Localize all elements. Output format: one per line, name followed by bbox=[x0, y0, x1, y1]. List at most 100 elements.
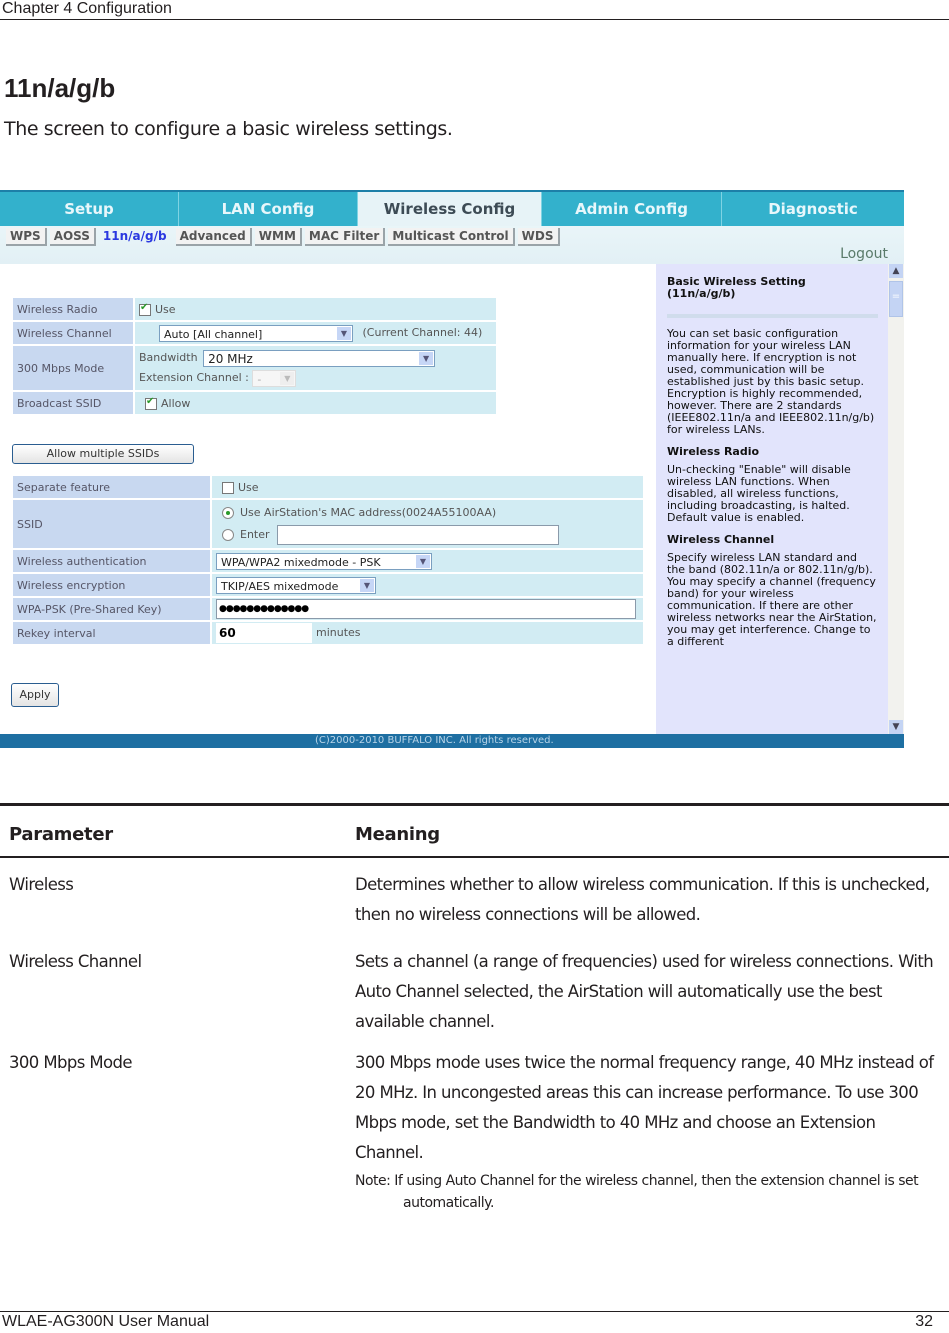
label-300mbps-mode: 300 Mbps Mode bbox=[13, 346, 133, 390]
ssid-enter-radio[interactable] bbox=[222, 529, 234, 541]
label-wireless-encryption: Wireless encryption bbox=[13, 574, 210, 596]
wireless-encryption-select[interactable]: TKIP/AES mixedmode ▼ bbox=[216, 576, 376, 594]
help-intro: You can set basic configuration informat… bbox=[667, 327, 875, 436]
router-config-screenshot: Setup LAN Config Wireless Config Admin C… bbox=[0, 190, 904, 748]
sub-navigation: WPS AOSS 11n/a/g/b Advanced WMM MAC Filt… bbox=[0, 226, 904, 264]
extension-channel-select[interactable]: - ▼ bbox=[252, 369, 297, 387]
scroll-down-arrow-icon[interactable]: ▼ bbox=[889, 720, 903, 734]
chevron-down-icon: ▼ bbox=[337, 326, 351, 340]
chevron-down-icon: ▼ bbox=[280, 371, 295, 385]
top-navigation: Setup LAN Config Wireless Config Admin C… bbox=[0, 190, 904, 226]
manual-title: WLAE-AG300N User Manual bbox=[2, 1313, 210, 1330]
help-radio-text: Un-checking "Enable" will disable wirele… bbox=[667, 463, 851, 524]
wireless-channel-value: Auto [All channel] bbox=[164, 327, 263, 341]
wireless-authentication-select[interactable]: WPA/WPA2 mixedmode - PSK ▼ bbox=[216, 552, 432, 570]
help-pane: Basic Wireless Setting (11n/a/g/b) You c… bbox=[656, 264, 888, 734]
subtab-aoss[interactable]: AOSS bbox=[49, 228, 96, 246]
subtab-wps[interactable]: WPS bbox=[6, 228, 47, 246]
parameter-name: 300 Mbps Mode bbox=[9, 1053, 133, 1072]
extension-channel-label: Extension Channel : bbox=[139, 371, 249, 384]
label-wireless-channel: Wireless Channel bbox=[13, 322, 133, 344]
ssid-enter-option-label: Enter bbox=[240, 528, 270, 541]
parameter-meaning: Determines whether to allow wireless com… bbox=[355, 875, 930, 924]
apply-button[interactable]: Apply bbox=[11, 683, 59, 707]
current-channel: (Current Channel: 44) bbox=[362, 326, 483, 339]
label-broadcast-ssid: Broadcast SSID bbox=[13, 392, 133, 414]
tab-lan-config[interactable]: LAN Config bbox=[179, 192, 358, 226]
chevron-down-icon: ▼ bbox=[360, 578, 374, 592]
copyright-bar: (C)2000-2010 BUFFALO INC. All rights res… bbox=[0, 734, 904, 748]
settings-form-area: Wireless Radio Use Wireless Channel Auto… bbox=[0, 264, 655, 734]
subtab-wds[interactable]: WDS bbox=[517, 228, 560, 246]
allow-multiple-ssids-button[interactable]: Allow multiple SSIDs bbox=[12, 444, 194, 464]
section-title: 11n/a/g/b bbox=[4, 73, 116, 103]
wireless-authentication-value: WPA/WPA2 mixedmode - PSK bbox=[221, 555, 381, 569]
bandwidth-label: Bandwidth bbox=[139, 351, 198, 364]
page-footer: WLAE-AG300N User Manual 32 bbox=[0, 1311, 949, 1333]
header-meaning: Meaning bbox=[355, 824, 440, 845]
ssid-mac-option-label: Use AirStation's MAC address(0024A55100A… bbox=[240, 506, 497, 519]
chapter-title: Chapter 4 Configuration bbox=[2, 0, 172, 17]
subtab-advanced[interactable]: Advanced bbox=[175, 228, 252, 246]
help-channel-text: Specify wireless LAN standard and the ba… bbox=[667, 551, 877, 648]
row-rekey-interval: Rekey interval 60 minutes bbox=[13, 622, 643, 644]
chapter-header: Chapter 4 Configuration bbox=[0, 0, 949, 20]
table-header: Parameter Meaning bbox=[0, 806, 949, 858]
wireless-encryption-value: TKIP/AES mixedmode bbox=[221, 579, 339, 593]
help-channel-title: Wireless Channel bbox=[667, 533, 775, 546]
page-number: 32 bbox=[915, 1313, 933, 1330]
rekey-interval-input[interactable]: 60 bbox=[216, 623, 312, 643]
parameter-note: Note: If using Auto Channel for the wire… bbox=[355, 1173, 919, 1211]
bandwidth-value: 20 MHz bbox=[208, 351, 253, 366]
tab-diagnostic[interactable]: Diagnostic bbox=[722, 192, 904, 226]
row-separate-feature: Separate feature Use bbox=[13, 476, 643, 498]
label-ssid: SSID bbox=[13, 500, 210, 548]
row-ssid: SSID Use AirStation's MAC address(0024A5… bbox=[13, 500, 643, 548]
row-wireless-radio: Wireless Radio Use bbox=[13, 298, 496, 320]
separate-feature-checkbox-label: Use bbox=[238, 480, 259, 494]
row-psk: WPA-PSK (Pre-Shared Key) ●●●●●●●●●●●●● bbox=[13, 598, 643, 620]
parameter-name: Wireless bbox=[9, 875, 74, 894]
help-radio-title: Wireless Radio bbox=[667, 445, 760, 458]
label-wireless-authentication: Wireless authentication bbox=[13, 550, 210, 572]
scroll-thumb[interactable]: = bbox=[889, 281, 903, 317]
subtab-mac-filter[interactable]: MAC Filter bbox=[304, 228, 386, 246]
ssid-input[interactable] bbox=[277, 525, 560, 545]
wireless-radio-checkbox[interactable] bbox=[139, 302, 151, 316]
wireless-radio-checkbox-label: Use bbox=[155, 302, 176, 316]
broadcast-ssid-checkbox[interactable] bbox=[145, 396, 157, 410]
row-broadcast-ssid: Broadcast SSID Allow bbox=[13, 392, 496, 414]
section-description: The screen to configure a basic wireless… bbox=[4, 118, 453, 140]
scroll-up-arrow-icon[interactable]: ▲ bbox=[889, 264, 903, 278]
row-300mbps-mode: 300 Mbps Mode Bandwidth 20 MHz ▼ Extensio… bbox=[13, 346, 496, 390]
subtab-wmm[interactable]: WMM bbox=[254, 228, 302, 246]
subtab-11nagb[interactable]: 11n/a/g/b bbox=[99, 228, 173, 246]
help-divider bbox=[667, 314, 878, 318]
bandwidth-select[interactable]: 20 MHz ▼ bbox=[203, 349, 436, 367]
chevron-down-icon: ▼ bbox=[416, 554, 430, 568]
row-wireless-encryption: Wireless encryption TKIP/AES mixedmode ▼ bbox=[13, 574, 643, 596]
logout-link[interactable]: Logout bbox=[840, 246, 888, 262]
parameter-name: Wireless Channel bbox=[9, 952, 142, 971]
separate-feature-checkbox[interactable] bbox=[222, 481, 234, 494]
subtab-multicast-control[interactable]: Multicast Control bbox=[388, 228, 515, 246]
copyright-text: (C)2000-2010 BUFFALO INC. All rights res… bbox=[315, 735, 554, 746]
parameter-meaning: Sets a channel (a range of frequencies) … bbox=[355, 952, 934, 1031]
tab-admin-config[interactable]: Admin Config bbox=[542, 192, 722, 226]
broadcast-ssid-checkbox-label: Allow bbox=[161, 396, 191, 410]
tab-setup[interactable]: Setup bbox=[0, 192, 179, 226]
ssid-mac-radio[interactable] bbox=[222, 507, 234, 519]
row-wireless-channel: Wireless Channel Auto [All channel] ▼ (Cu… bbox=[13, 322, 496, 344]
header-parameter: Parameter bbox=[9, 824, 113, 845]
tab-wireless-config[interactable]: Wireless Config bbox=[358, 192, 542, 226]
wireless-channel-select[interactable]: Auto [All channel] ▼ bbox=[159, 324, 353, 342]
chevron-down-icon: ▼ bbox=[419, 351, 434, 365]
rekey-unit: minutes bbox=[316, 626, 361, 639]
help-title: Basic Wireless Setting (11n/a/g/b) bbox=[667, 275, 806, 300]
parameter-table: Parameter Meaning bbox=[0, 803, 949, 858]
psk-input[interactable]: ●●●●●●●●●●●●● bbox=[216, 599, 636, 619]
label-wireless-radio: Wireless Radio bbox=[13, 298, 133, 320]
parameter-meaning: 300 Mbps mode uses twice the normal freq… bbox=[355, 1053, 934, 1162]
help-scrollbar[interactable]: ▲ = ▼ bbox=[888, 264, 904, 734]
label-psk: WPA-PSK (Pre-Shared Key) bbox=[13, 598, 210, 620]
